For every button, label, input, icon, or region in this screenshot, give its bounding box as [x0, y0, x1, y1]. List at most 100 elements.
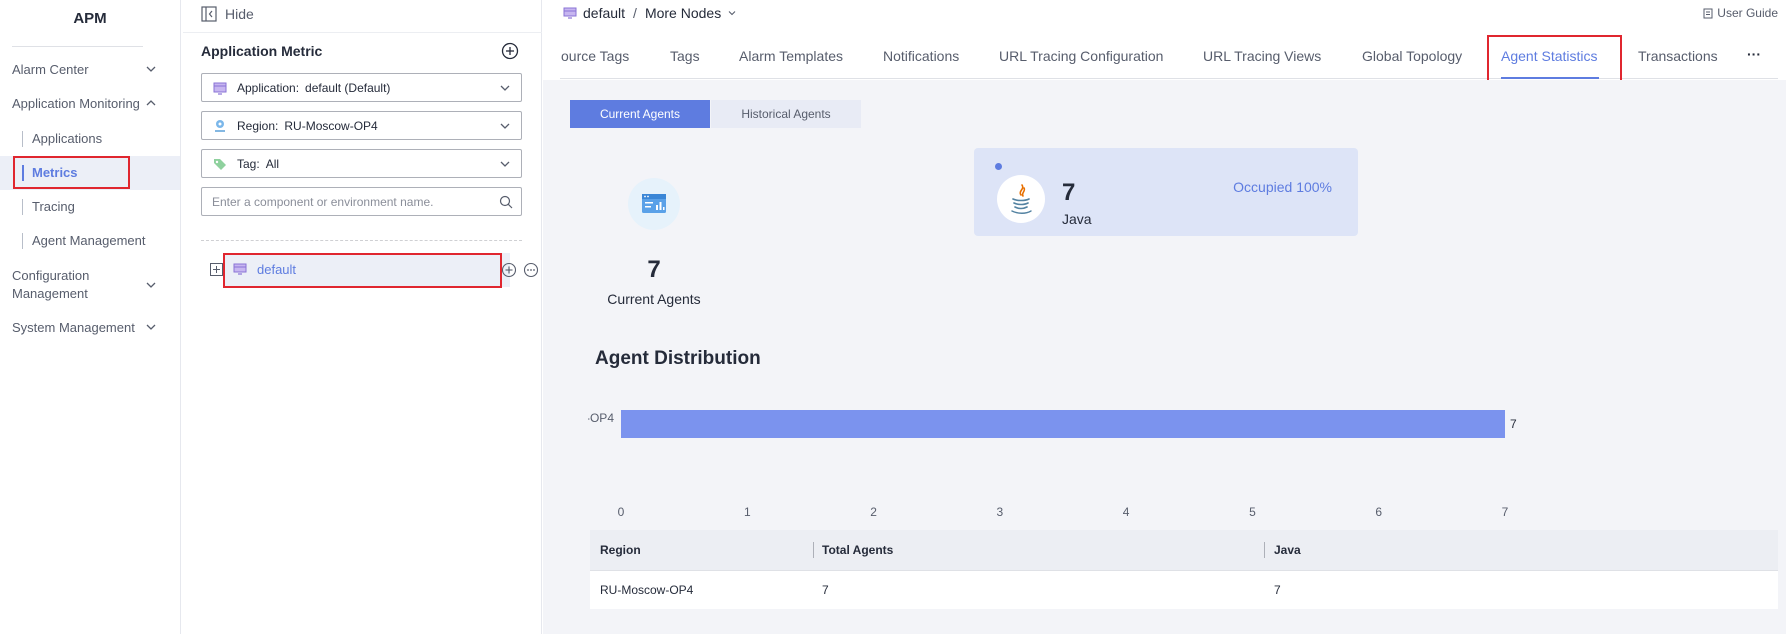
more-tabs-icon[interactable]: ··· [1747, 46, 1761, 62]
tab-agent-statistics[interactable]: Agent Statistics [1501, 48, 1598, 64]
current-agents-count: 7 [647, 256, 661, 283]
nav-configuration-management-label: Configuration Management [12, 268, 90, 301]
tab-url-tracing-configuration[interactable]: URL Tracing Configuration [999, 48, 1163, 64]
chart-data-label: 7 [1510, 417, 1517, 431]
nav-item-applications[interactable]: Applications [0, 122, 180, 156]
tab-notifications[interactable]: Notifications [883, 48, 959, 64]
java-agent-card[interactable]: 7 Java Occupied 100% [974, 148, 1358, 236]
nav-item-agent-management[interactable]: Agent Management [0, 224, 180, 258]
historical-agents-toggle[interactable]: Historical Agents [711, 100, 861, 128]
nav-item-metrics[interactable]: Metrics [0, 156, 180, 190]
chart-bar[interactable] [621, 410, 1505, 438]
nav-item-marker [22, 165, 24, 181]
chevron-down-icon[interactable] [727, 8, 737, 18]
hide-panel-button[interactable]: Hide [201, 4, 254, 24]
tab-transactions[interactable]: Transactions [1638, 48, 1718, 64]
nav-item-tracing-label: Tracing [32, 199, 75, 214]
nav-item-marker [22, 131, 23, 147]
application-select-key: Application: [237, 80, 300, 95]
brand-title: APM [73, 10, 107, 27]
tree-node-default[interactable]: default [223, 253, 539, 287]
column-separator [1264, 542, 1265, 558]
tab-url-tracing-views[interactable]: URL Tracing Views [1203, 48, 1321, 64]
java-agent-name: Java [1062, 211, 1092, 227]
tag-icon [214, 158, 226, 170]
main-area: default / More Nodes User Guide ource Ta… [543, 0, 1786, 634]
chart-category-label: RU-Moscow-OP4 [588, 411, 614, 425]
chart-x-tick-label: 7 [1502, 505, 1509, 519]
application-icon [233, 263, 247, 275]
table-cell-java: 7 [1274, 583, 1281, 597]
more-circle-icon[interactable] [523, 262, 539, 278]
nav-item-marker [22, 199, 23, 215]
application-select-value: default (Default) [305, 80, 391, 95]
tab-tags[interactable]: Tags [670, 48, 700, 64]
divider [201, 240, 522, 241]
tag-select-value: All [265, 156, 280, 171]
column-separator [813, 542, 814, 558]
add-circle-icon[interactable] [501, 262, 517, 278]
status-dot [995, 163, 1002, 170]
breadcrumb: default / More Nodes [563, 5, 737, 21]
chart-x-tick-label: 6 [1375, 505, 1382, 519]
agent-statistics-content: Current Agents Historical Agents 7 Curre… [543, 80, 1786, 634]
agent-table: Region Total Agents Java RU-Moscow-OP4 7… [590, 530, 1778, 609]
tag-select-key: Tag: [237, 156, 260, 171]
table-header-total-agents: Total Agents [822, 543, 894, 557]
add-circle-icon[interactable] [501, 42, 519, 60]
agent-summary-icon [628, 178, 680, 230]
chevron-down-icon [500, 123, 510, 129]
nav-item-tracing[interactable]: Tracing [0, 190, 180, 224]
tab-resource-tags[interactable]: ource Tags [561, 48, 629, 64]
chart-x-tick-label: 4 [1123, 505, 1130, 519]
nav-item-applications-label: Applications [32, 131, 103, 146]
nav-application-monitoring-label: Application Monitoring [12, 96, 140, 111]
breadcrumb-root[interactable]: default [583, 5, 625, 21]
nav-application-monitoring[interactable]: Application Monitoring [0, 96, 180, 114]
document-icon [1703, 8, 1713, 18]
panel-title: Application Metric [201, 43, 323, 59]
tab-alarm-templates[interactable]: Alarm Templates [739, 48, 843, 64]
chevron-down-icon [500, 85, 510, 91]
table-header-region: Region [600, 543, 641, 557]
component-search[interactable] [201, 187, 522, 216]
expand-plus-icon[interactable] [210, 263, 223, 276]
tab-bar: ource Tags Tags Alarm Templates Notifica… [543, 28, 1786, 80]
tag-select[interactable]: Tag: All [201, 149, 522, 178]
chart-x-tick-label: 0 [618, 505, 625, 519]
nav-system-management-label: System Management [12, 320, 135, 335]
region-select[interactable]: Region: RU-Moscow-OP4 [201, 111, 522, 140]
java-icon [1011, 184, 1032, 214]
nav-system-management[interactable]: System Management [0, 320, 180, 338]
divider [183, 32, 542, 33]
agent-distribution-title: Agent Distribution [595, 348, 761, 369]
chart-x-tick-label: 5 [1249, 505, 1256, 519]
nav-item-metrics-label: Metrics [32, 165, 78, 180]
table-header-java: Java [1274, 543, 1301, 557]
hide-label: Hide [225, 6, 254, 22]
application-icon [213, 82, 227, 95]
tab-global-topology[interactable]: Global Topology [1362, 48, 1462, 64]
metric-panel: Hide Application Metric Application: def… [183, 0, 542, 634]
breadcrumb-separator: / [633, 5, 637, 21]
application-icon [563, 7, 577, 19]
chevron-up-icon [146, 100, 156, 106]
chart-x-tick-label: 3 [997, 505, 1004, 519]
current-agents-toggle[interactable]: Current Agents [570, 100, 710, 128]
nav-alarm-center[interactable]: Alarm Center [0, 62, 180, 80]
application-select[interactable]: Application: default (Default) [201, 73, 522, 102]
table-row: RU-Moscow-OP4 7 7 [590, 570, 1778, 609]
chevron-down-icon [146, 324, 156, 330]
nav-item-agent-management-label: Agent Management [32, 233, 146, 248]
search-icon[interactable] [499, 195, 513, 209]
java-agent-count: 7 [1062, 179, 1076, 206]
nav-alarm-center-label: Alarm Center [12, 62, 89, 77]
nav-configuration-management[interactable]: Configuration Management [0, 267, 180, 303]
table-cell-total-agents: 7 [822, 583, 829, 597]
region-select-key: Region: [237, 118, 279, 133]
user-guide-link[interactable]: User Guide [1703, 6, 1778, 20]
tree-node-label: default [257, 262, 297, 277]
search-input[interactable] [212, 188, 492, 215]
chevron-down-icon [500, 161, 510, 167]
breadcrumb-current[interactable]: More Nodes [645, 5, 721, 21]
